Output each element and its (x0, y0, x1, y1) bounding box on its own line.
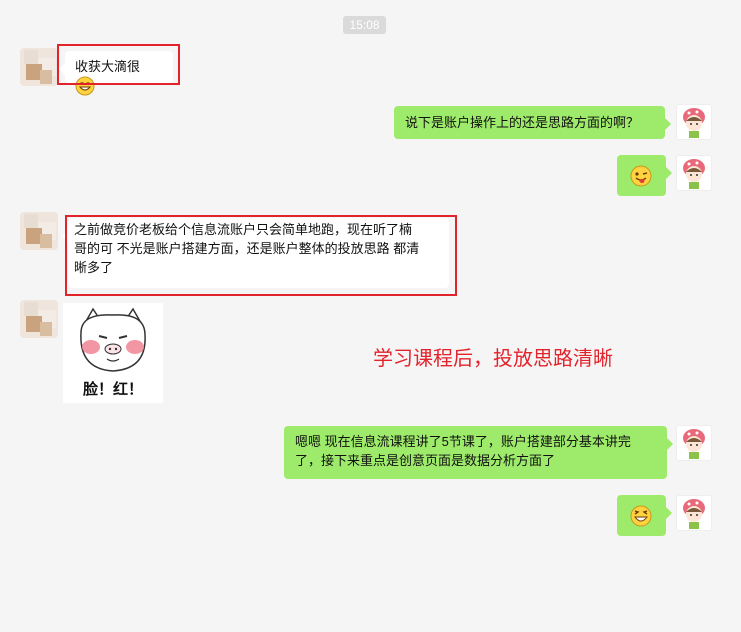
sent-message-bubble[interactable]: 嗯嗯 现在信息流课程讲了5节课了，账户搭建部分基本讲完 了，接下来重点是创意页面… (284, 426, 673, 479)
chat-window: 15:08 收获大滴很 说下是账户操作上的还是思路方面的啊？ 之前做竞价老板给个… (0, 0, 741, 548)
user-avatar[interactable] (676, 155, 716, 195)
user-avatar[interactable] (676, 425, 716, 465)
user-avatar[interactable] (676, 104, 716, 144)
sent-emoji-bubble[interactable] (617, 155, 672, 196)
user-avatar[interactable] (676, 495, 716, 535)
wink-tongue-emoji-icon (630, 165, 652, 192)
message-text: 说下是账户操作上的还是思路方面的啊？ (405, 115, 640, 130)
laugh-emoji-icon (630, 505, 652, 532)
highlight-box (65, 215, 457, 296)
highlight-box (57, 44, 180, 85)
annotation-text: 学习课程后，投放思路清晰 (373, 348, 613, 370)
message-timestamp: 15:08 (343, 16, 386, 34)
sent-emoji-bubble[interactable] (617, 495, 672, 536)
chat-bottom-area (0, 548, 741, 632)
message-text-line: 嗯嗯 现在信息流课程讲了5节课了，账户搭建部分基本讲完 (295, 434, 631, 449)
blush-pig-sticker-icon (80, 307, 146, 372)
contact-avatar[interactable] (20, 300, 60, 340)
blush-pig-sticker[interactable]: 脸！红！ (63, 303, 163, 403)
contact-avatar[interactable] (20, 48, 60, 88)
message-text-line: 了，接下来重点是创意页面是数据分析方面了 (295, 453, 556, 468)
sent-message-bubble[interactable]: 说下是账户操作上的还是思路方面的啊？ (394, 106, 671, 139)
contact-avatar[interactable] (20, 212, 60, 252)
sticker-caption: 脸！红！ (82, 380, 143, 398)
